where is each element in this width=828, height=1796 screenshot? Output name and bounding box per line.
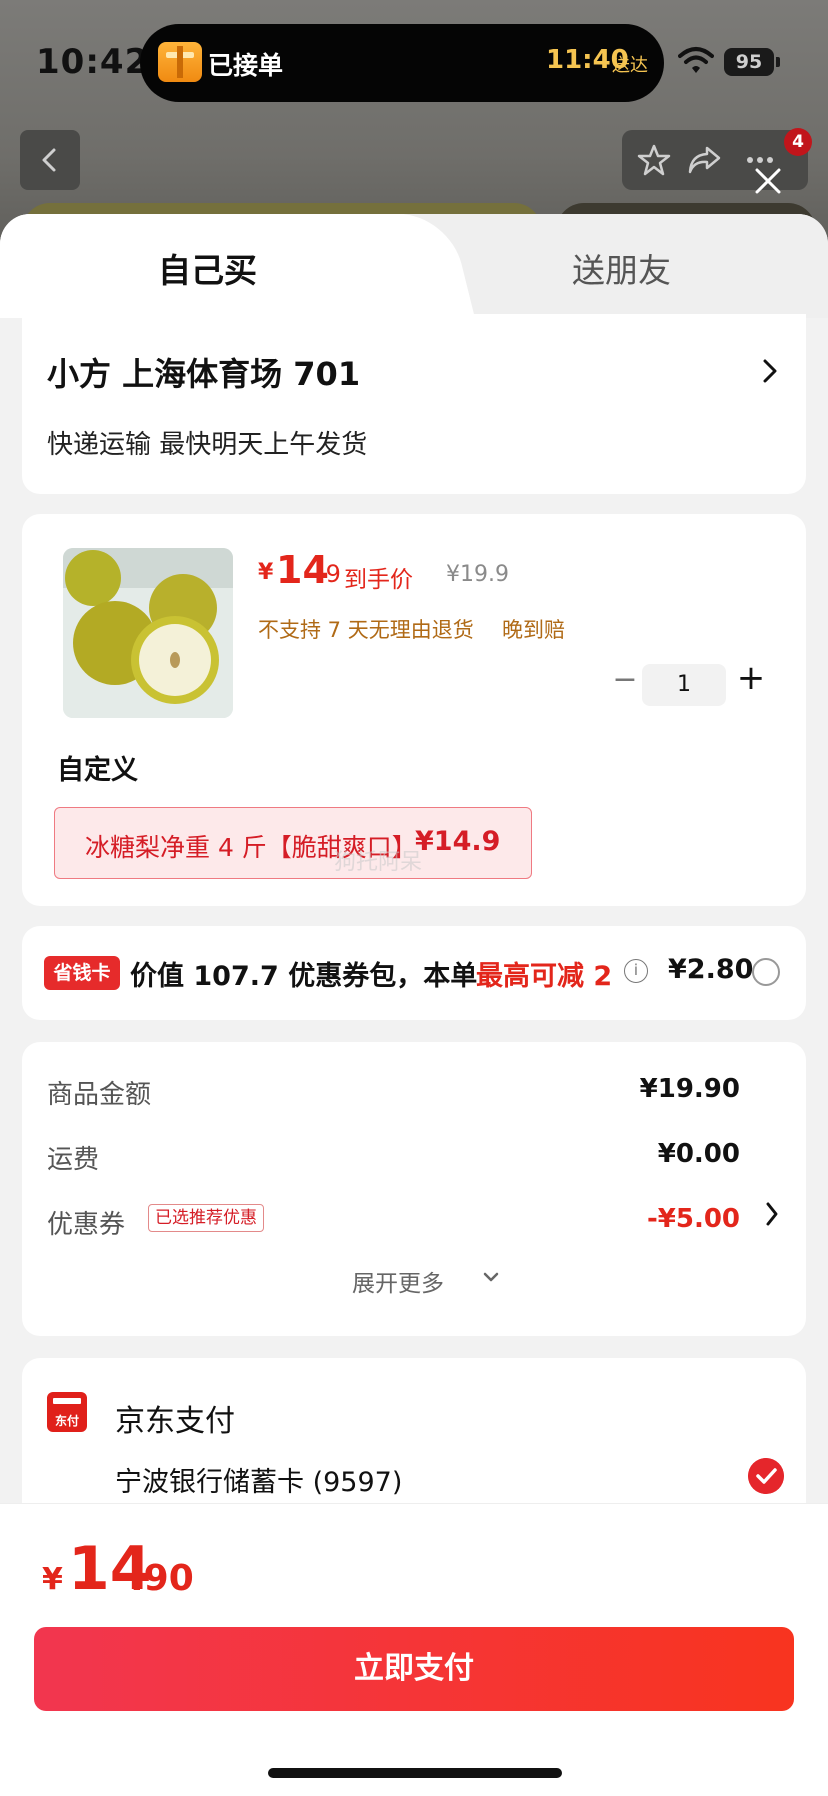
chevron-right-icon — [763, 359, 777, 383]
back-button[interactable] — [20, 130, 80, 190]
star-icon[interactable] — [636, 142, 672, 178]
tab-buy-for-self[interactable]: 自己买 — [158, 244, 257, 292]
late-compensation-note: 晚到赔 — [502, 618, 565, 642]
original-price: ¥19.9 — [446, 562, 509, 587]
summary-label-coupon: 优惠券 — [47, 1210, 126, 1240]
watermark-text: 狗托阿呆 — [334, 850, 423, 875]
info-icon[interactable]: i — [624, 959, 648, 983]
chevron-left-icon — [42, 148, 56, 172]
checkmark-icon[interactable] — [748, 1458, 784, 1494]
battery-nub — [776, 57, 780, 67]
address-card[interactable]: 小方 上海体育场 701 快递运输 最快明天上午发货 — [22, 314, 806, 494]
savings-card-tag: 省钱卡 — [44, 956, 120, 990]
coupon-pack-radio[interactable] — [752, 958, 780, 986]
summary-value-goods: ¥19.90 — [639, 1074, 740, 1104]
payment-method-title: 京东支付 — [115, 1404, 235, 1439]
checkout-bottom-bar: ¥ 14 .90 立即支付 — [0, 1503, 828, 1796]
payment-card-option[interactable]: 宁波银行储蓄卡 (9597) — [115, 1460, 402, 1499]
total-decimal: .90 — [130, 1558, 194, 1599]
expand-more-button[interactable]: 展开更多 — [352, 1264, 444, 1298]
sku-option-chip[interactable]: 冰糖梨净重 4 斤【脆甜爽口】 ¥14.9 — [54, 807, 532, 879]
live-activity-text: 已接单 — [208, 51, 284, 80]
address-name: 小方 上海体育场 701 — [47, 355, 361, 393]
summary-label-shipping: 运费 — [47, 1145, 100, 1175]
shipping-info: 快递运输 最快明天上午发货 — [47, 430, 368, 460]
product-image[interactable] — [63, 548, 233, 718]
home-indicator[interactable] — [268, 1768, 562, 1778]
coupon-pack-text: 价值 107.7 优惠券包，本单 — [130, 961, 478, 992]
price-decimal: .9 — [318, 560, 341, 588]
chevron-down-icon — [483, 1272, 499, 1282]
price-symbol: ¥ — [258, 560, 274, 585]
quantity-increase-button[interactable]: + — [736, 658, 766, 698]
coupon-pack-highlight: 最高可减 2 — [476, 961, 613, 992]
chevron-right-icon[interactable] — [764, 1200, 780, 1228]
jd-pay-icon: 东付 — [47, 1392, 87, 1432]
quantity-stepper[interactable]: 1 — [642, 664, 726, 706]
total-symbol: ¥ — [42, 1562, 63, 1597]
sku-price: ¥14.9 — [415, 826, 501, 857]
coupon-recommended-badge: 已选推荐优惠 — [148, 1204, 264, 1232]
summary-label-goods: 商品金额 — [47, 1080, 152, 1110]
price-tag: 到手价 — [344, 567, 413, 593]
tab-gift-friend[interactable]: 送朋友 — [572, 244, 671, 292]
return-policy-note: 不支持 7 天无理由退货 — [258, 618, 474, 642]
coupon-pack-card[interactable]: 省钱卡 价值 107.7 优惠券包，本单 最高可减 2 i ¥2.80 — [22, 926, 806, 1020]
purchase-tabs: 自己买 送朋友 — [0, 214, 828, 318]
product-card: ¥ 14 .9 到手价 ¥19.9 不支持 7 天无理由退货 晚到赔 − 1 +… — [22, 514, 806, 906]
eta-suffix: 送达 — [612, 55, 648, 76]
coupon-pack-price: ¥2.80 — [668, 954, 754, 985]
live-activity-island[interactable]: 已接单 11:40 送达 — [140, 24, 664, 102]
summary-value-coupon[interactable]: -¥5.00 — [647, 1204, 740, 1234]
quantity-decrease-button[interactable]: − — [610, 662, 640, 697]
status-time: 10:42 — [36, 42, 150, 82]
summary-value-shipping: ¥0.00 — [657, 1139, 740, 1169]
pay-now-button[interactable]: 立即支付 — [34, 1627, 794, 1711]
notification-badge: 4 — [784, 128, 812, 156]
wifi-icon — [678, 47, 714, 73]
package-icon — [158, 42, 202, 82]
order-summary-card: 商品金额 ¥19.90 运费 ¥0.00 优惠券 已选推荐优惠 -¥5.00 展… — [22, 1042, 806, 1336]
pear-image — [63, 548, 233, 718]
custom-section-title: 自定义 — [57, 755, 138, 786]
close-icon[interactable] — [752, 165, 784, 197]
battery-icon: 95 — [724, 48, 774, 76]
share-icon[interactable] — [686, 142, 722, 178]
